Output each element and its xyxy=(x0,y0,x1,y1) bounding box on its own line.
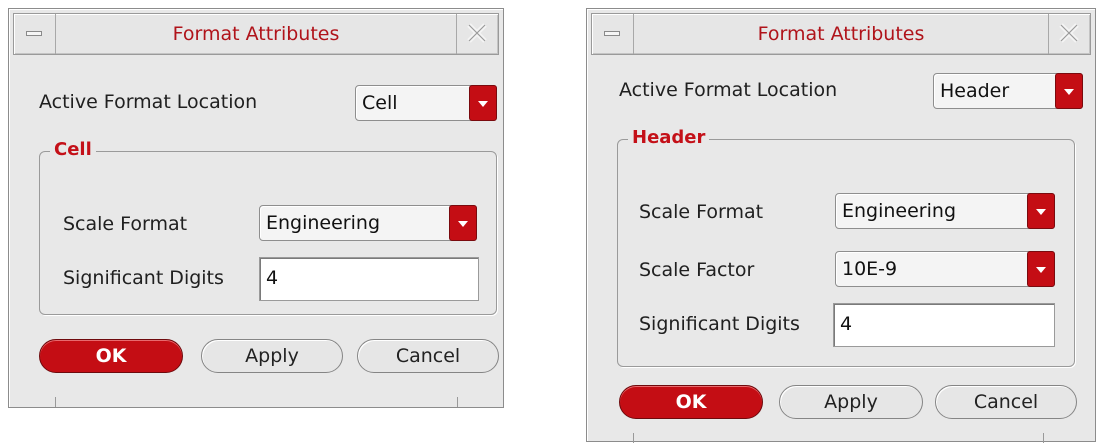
close-icon xyxy=(1059,23,1079,43)
group-title: Cell xyxy=(50,139,96,160)
title-bar[interactable]: Format Attributes xyxy=(13,13,499,55)
dialog-title: Format Attributes xyxy=(172,23,340,45)
resize-handle[interactable] xyxy=(55,397,56,407)
chevron-down-icon[interactable] xyxy=(449,205,477,241)
window-menu-icon xyxy=(26,31,42,36)
close-button[interactable] xyxy=(1048,14,1090,54)
chevron-down-icon[interactable] xyxy=(1055,73,1083,109)
cancel-button[interactable]: Cancel xyxy=(357,339,499,373)
title-bar[interactable]: Format Attributes xyxy=(591,13,1091,55)
scale-format-label: Scale Format xyxy=(63,213,188,235)
significant-digits-field[interactable] xyxy=(259,257,479,301)
active-format-location-label: Active Format Location xyxy=(39,91,258,113)
resize-handle[interactable] xyxy=(457,397,458,407)
scale-format-select[interactable]: Engineering xyxy=(835,193,1055,229)
resize-handle[interactable] xyxy=(1043,433,1044,443)
scale-format-value: Engineering xyxy=(842,200,956,222)
significant-digits-label: Significant Digits xyxy=(639,313,800,335)
significant-digits-field[interactable] xyxy=(833,303,1055,347)
window-menu-icon xyxy=(604,31,620,36)
cancel-button[interactable]: Cancel xyxy=(935,385,1077,419)
resize-handle[interactable] xyxy=(633,433,634,443)
chevron-down-icon[interactable] xyxy=(1027,193,1055,229)
window-menu-button[interactable] xyxy=(14,14,56,54)
active-format-location-value: Cell xyxy=(362,92,398,114)
significant-digits-input[interactable] xyxy=(260,258,463,298)
scale-factor-value: 10E-9 xyxy=(842,258,898,280)
scale-format-label: Scale Format xyxy=(639,201,764,223)
scale-factor-label: Scale Factor xyxy=(639,259,755,281)
format-attributes-dialog-header: Format Attributes Active Format Location… xyxy=(586,8,1096,443)
window-menu-button[interactable] xyxy=(592,14,634,54)
active-format-location-value: Header xyxy=(940,80,1010,102)
ok-button[interactable]: OK xyxy=(39,339,183,373)
ok-button[interactable]: OK xyxy=(619,385,763,419)
significant-digits-input[interactable] xyxy=(834,304,1038,344)
close-icon xyxy=(467,23,487,43)
scale-factor-select[interactable]: 10E-9 xyxy=(835,251,1055,287)
group-title: Header xyxy=(628,127,710,148)
active-format-location-select[interactable]: Cell xyxy=(355,85,497,121)
format-attributes-dialog-cell: Format Attributes Active Format Location… xyxy=(8,8,504,408)
chevron-down-icon[interactable] xyxy=(1027,251,1055,287)
close-button[interactable] xyxy=(456,14,498,54)
dialog-title: Format Attributes xyxy=(757,23,925,45)
apply-button[interactable]: Apply xyxy=(779,385,923,419)
scale-format-select[interactable]: Engineering xyxy=(259,205,477,241)
scale-format-value: Engineering xyxy=(266,212,380,234)
active-format-location-label: Active Format Location xyxy=(619,79,838,101)
significant-digits-label: Significant Digits xyxy=(63,267,224,289)
apply-button[interactable]: Apply xyxy=(201,339,343,373)
chevron-down-icon[interactable] xyxy=(469,85,497,121)
active-format-location-select[interactable]: Header xyxy=(933,73,1083,109)
